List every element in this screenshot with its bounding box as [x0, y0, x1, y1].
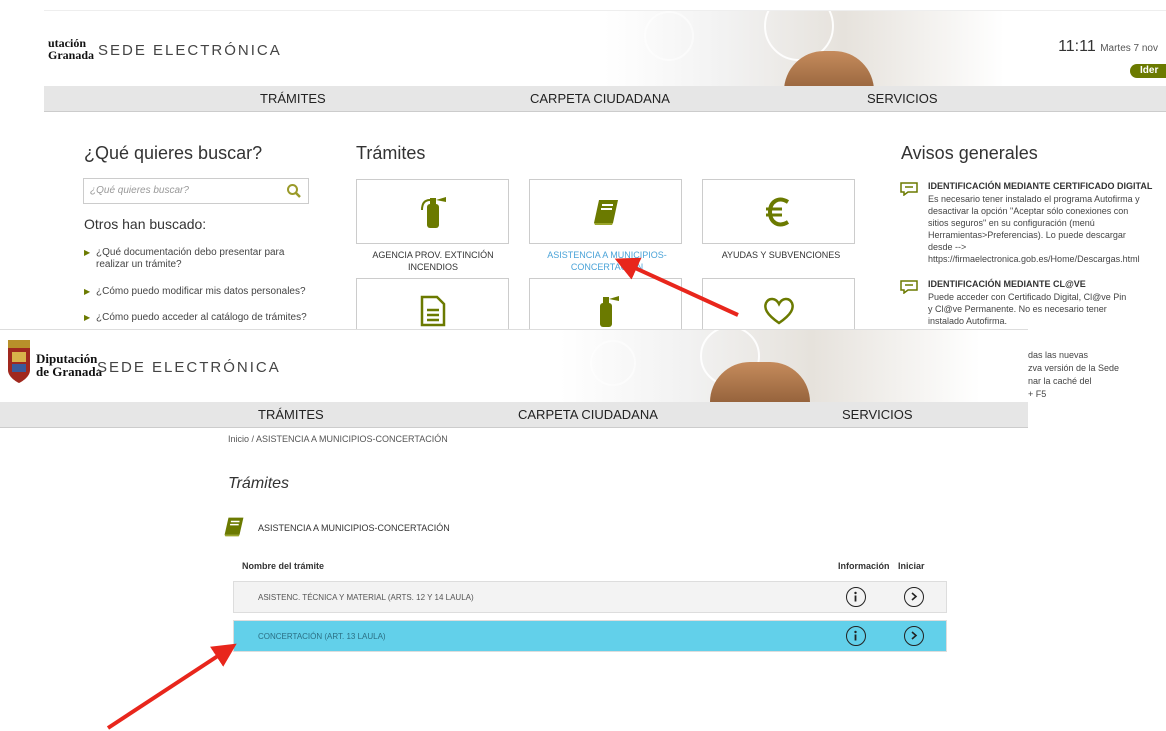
tile-ayudas-subvenciones[interactable] — [702, 179, 855, 244]
search-placeholder: ¿Qué quieres buscar? — [90, 185, 189, 196]
column-header-name: Nombre del trámite — [242, 561, 325, 571]
aviso-line: y Cl@ve Permanente. No es necesario tene… — [928, 304, 1107, 314]
column-header-info: Información — [838, 561, 890, 571]
hero-banner — [560, 330, 980, 402]
avisos-heading: Avisos generales — [901, 143, 1038, 163]
hero-circle — [590, 340, 636, 386]
nav-servicios[interactable]: SERVICIOS — [867, 91, 938, 106]
tile-label[interactable]: AYUDAS Y SUBVENCIONES — [696, 249, 866, 261]
tile-heart[interactable] — [702, 278, 855, 330]
aviso-line: Puede acceder con Certificado Digital, C… — [928, 292, 1127, 302]
info-icon — [854, 630, 857, 641]
fire-extinguisher-icon — [599, 295, 619, 327]
site-title: SEDE ELECTRÓNICA — [97, 359, 281, 376]
peek-text: zva versión de la Sede — [1028, 363, 1120, 373]
coat-of-arms-icon[interactable] — [6, 340, 32, 384]
tile-label-link[interactable]: ASISTENCIA A MUNICIPIOS-CONCERTACIÓN — [522, 249, 692, 273]
heart-icon — [763, 297, 794, 325]
aviso-line: Es necesario tener instalado el programa… — [928, 194, 1140, 204]
page-title: Trámites — [228, 475, 290, 492]
aviso-body: Puede acceder con Certificado Digital, C… — [928, 291, 1158, 327]
tile-extincion-2[interactable] — [529, 278, 682, 330]
table-row[interactable]: ASISTENC. TÉCNICA Y MATERIAL (ARTS. 12 Y… — [233, 581, 947, 613]
clock-date: Martes 7 nov — [1100, 43, 1158, 54]
hero-banner — [604, 11, 1004, 87]
faq-link[interactable]: ¿Cómo puedo modificar mis datos personal… — [84, 286, 311, 298]
identify-button[interactable]: Ider — [1130, 64, 1166, 78]
row-label[interactable]: CONCERTACIÓN (ART. 13 LAULA) — [258, 632, 386, 641]
aviso-line: desactivar la opción "Aceptar sólo conex… — [928, 206, 1129, 216]
aviso-body: Es necesario tener instalado el programa… — [928, 193, 1158, 265]
tile-documents[interactable] — [356, 278, 509, 330]
aviso-title: IDENTIFICACIÓN MEDIANTE CL@VE — [928, 279, 1086, 289]
aviso-line: instalado Autofirma. — [928, 316, 1008, 326]
site-header: utación Granada SEDE ELECTRÓNICA 11:11 M… — [44, 10, 1166, 87]
clock-time: 11:11 — [1058, 38, 1096, 55]
info-button[interactable] — [846, 626, 866, 646]
message-icon — [900, 182, 918, 196]
main-nav: TRÁMITES CARPETA CIUDADANA SERVICIOS — [44, 86, 1166, 112]
aviso-title: IDENTIFICACIÓN MEDIANTE CERTIFICADO DIGI… — [928, 181, 1153, 191]
faq-link[interactable]: ¿Cómo puedo acceder al catálogo de trámi… — [84, 312, 311, 324]
info-button[interactable] — [846, 587, 866, 607]
nav-tramites[interactable]: TRÁMITES — [260, 91, 326, 106]
aviso-line: desde --> — [928, 242, 967, 252]
play-icon — [911, 631, 918, 640]
aviso-line: sitios seguros" en su configuración (men… — [928, 218, 1095, 228]
info-icon — [854, 591, 857, 602]
row-label[interactable]: ASISTENC. TÉCNICA Y MATERIAL (ARTS. 12 Y… — [258, 593, 474, 602]
search-heading: ¿Qué quieres buscar? — [84, 143, 263, 163]
site-title: SEDE ELECTRÓNICA — [98, 42, 282, 59]
faq-link[interactable]: ¿Qué documentación debo presentar para r… — [84, 247, 311, 271]
breadcrumb[interactable]: Inicio / ASISTENCIA A MUNICIPIOS-CONCERT… — [228, 434, 448, 444]
aviso-link[interactable]: https://firmaelectronica.gob.es/Home/Des… — [928, 253, 1158, 265]
search-input[interactable]: ¿Qué quieres buscar? — [83, 178, 309, 204]
nav-carpeta-ciudadana[interactable]: CARPETA CIUDADANA — [518, 407, 658, 422]
fire-extinguisher-icon — [420, 196, 446, 228]
search-icon[interactable] — [286, 183, 302, 199]
clock: 11:11 Martes 7 nov — [1058, 38, 1158, 56]
start-button[interactable] — [904, 587, 924, 607]
main-nav: TRÁMITES CARPETA CIUDADANA SERVICIOS — [0, 402, 1028, 428]
others-searched-heading: Otros han buscado: — [84, 216, 207, 232]
category-label: ASISTENCIA A MUNICIPIOS-CONCERTACIÓN — [258, 523, 450, 533]
column-header-start: Iniciar — [898, 561, 925, 571]
hero-circle — [644, 11, 694, 61]
message-icon — [900, 280, 918, 294]
tramites-heading: Trámites — [356, 143, 426, 163]
nav-tramites[interactable]: TRÁMITES — [258, 407, 324, 422]
book-icon — [224, 517, 244, 537]
table-row-selected[interactable]: CONCERTACIÓN (ART. 13 LAULA) — [233, 620, 947, 652]
logo-text[interactable]: Diputación de Granada — [36, 352, 102, 378]
tile-agencia-extincion[interactable] — [356, 179, 509, 244]
foreground-screenshot-tramites: Diputación de Granada SEDE ELECTRÓNICA T… — [0, 329, 1028, 731]
start-button[interactable] — [904, 626, 924, 646]
play-icon — [911, 592, 918, 601]
nav-servicios[interactable]: SERVICIOS — [842, 407, 913, 422]
logo-line2: de Granada — [36, 364, 103, 379]
background-screenshot-home: utación Granada SEDE ELECTRÓNICA 11:11 M… — [0, 0, 1166, 330]
tile-label[interactable]: AGENCIA PROV. EXTINCIÓN INCENDIOS — [348, 249, 518, 273]
euro-icon — [765, 197, 789, 226]
document-icon — [420, 295, 445, 326]
aviso-line: Herramientas>Preferencias). Lo puede des… — [928, 230, 1126, 240]
logo-text[interactable]: utación Granada — [48, 37, 94, 61]
peek-text: + F5 — [1028, 389, 1047, 399]
peek-text: nar la caché del — [1028, 376, 1092, 386]
peek-text: das las nuevas — [1028, 350, 1089, 360]
tile-asistencia-municipios[interactable] — [529, 179, 682, 244]
book-icon — [593, 199, 618, 225]
nav-carpeta-ciudadana[interactable]: CARPETA CIUDADANA — [530, 91, 670, 106]
logo-line2: Granada — [48, 48, 95, 62]
